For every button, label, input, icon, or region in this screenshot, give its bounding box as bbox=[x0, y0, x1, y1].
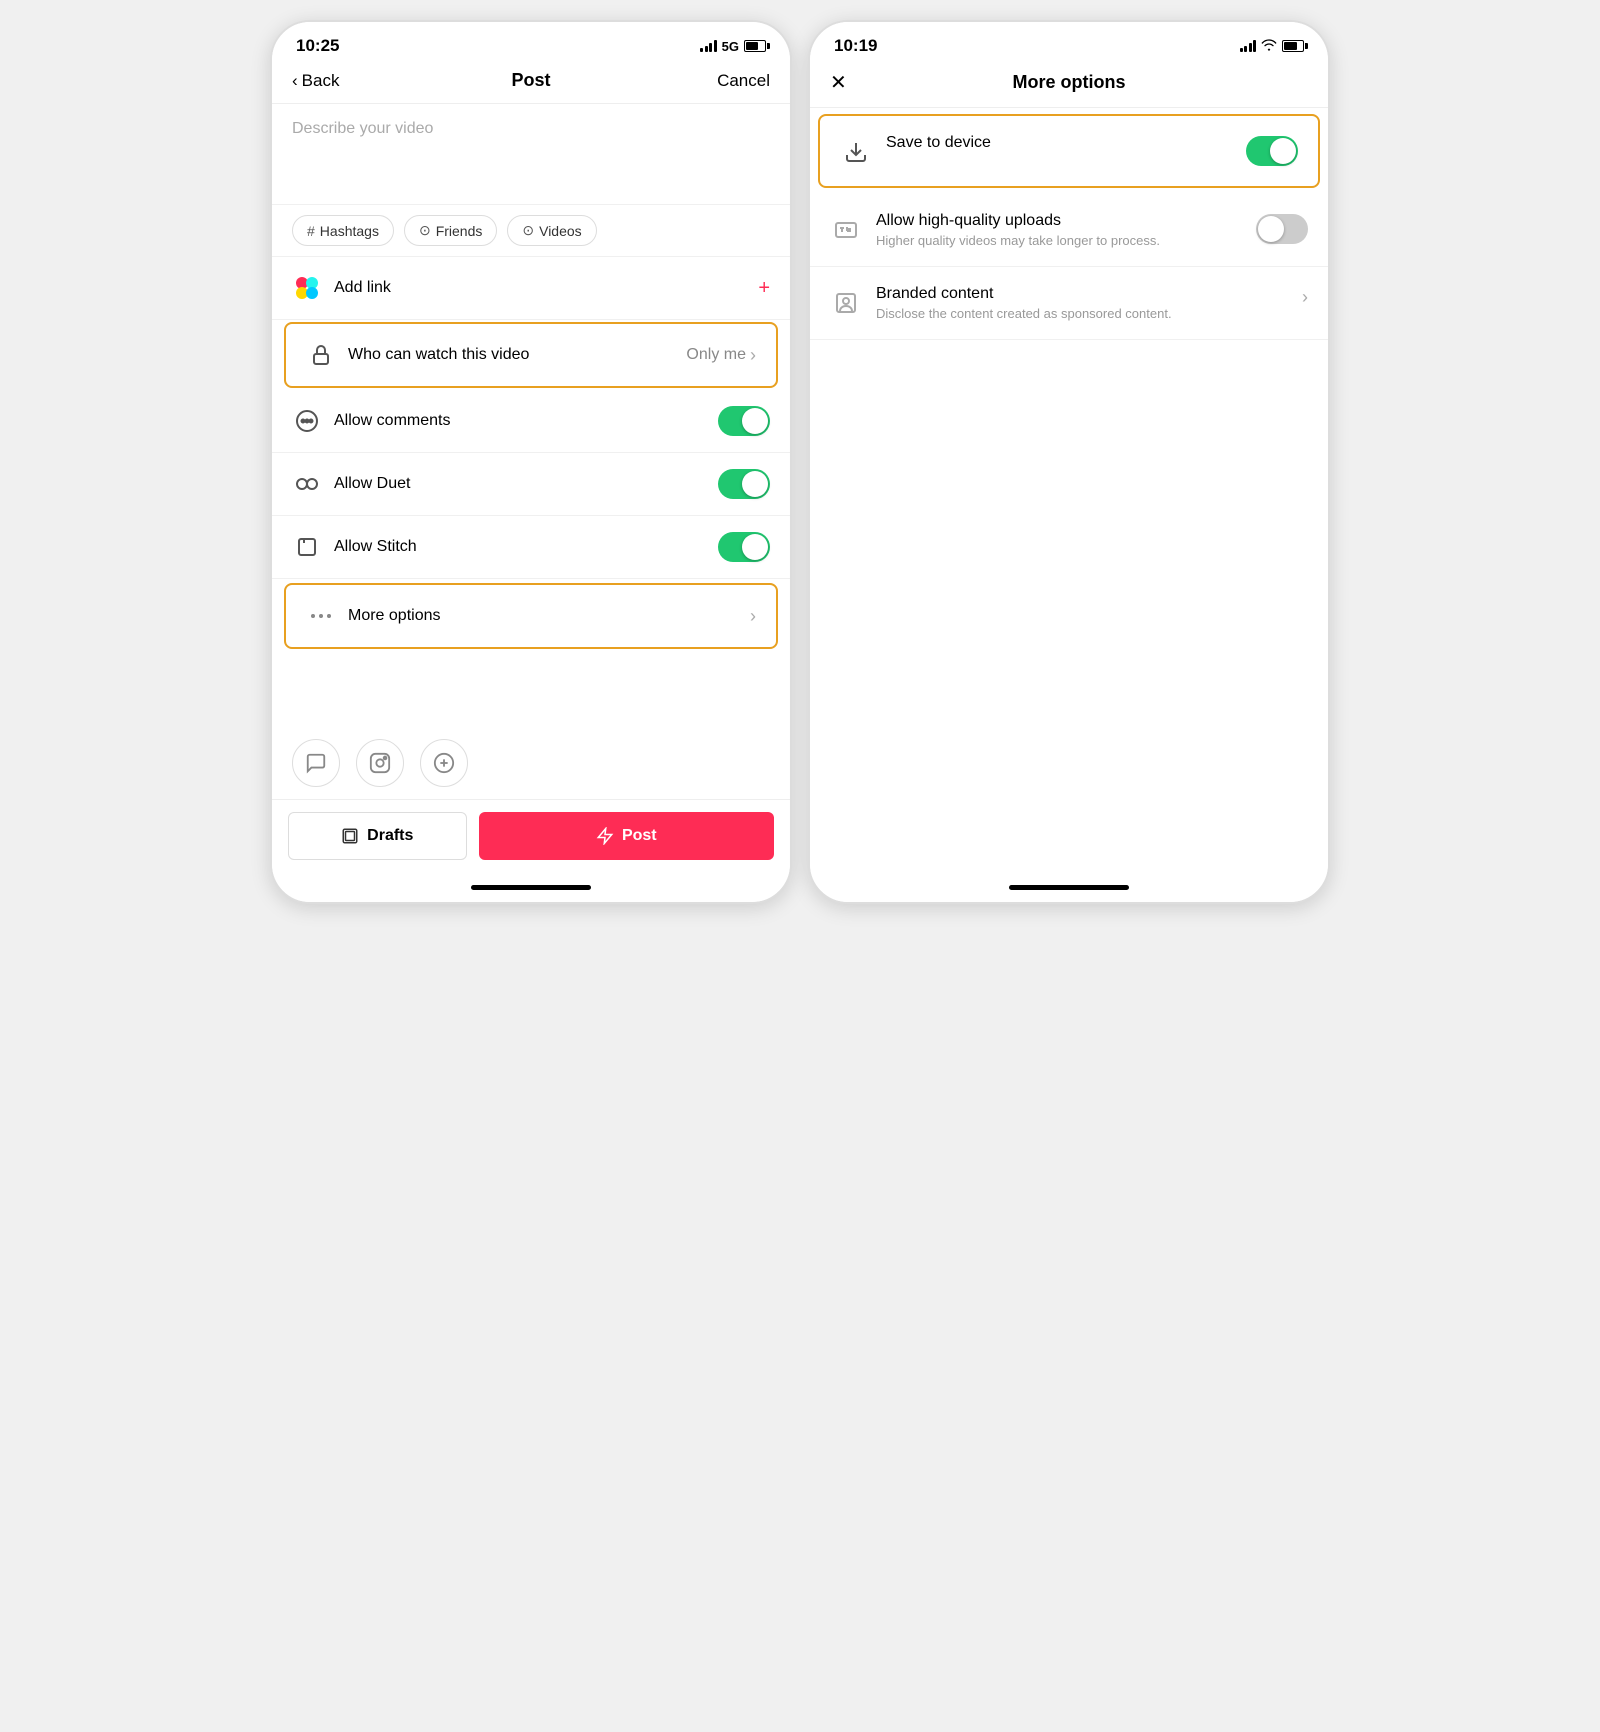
lock-icon bbox=[306, 340, 336, 370]
left-home-indicator bbox=[272, 872, 790, 902]
right-status-right bbox=[1240, 39, 1305, 54]
back-label: Back bbox=[302, 71, 340, 91]
high-quality-item[interactable]: Allow high-quality uploads Higher qualit… bbox=[810, 194, 1328, 267]
more-options-highlight: More options › bbox=[284, 583, 778, 649]
hashtags-label: Hashtags bbox=[320, 223, 379, 239]
who-can-watch-value: Only me bbox=[686, 346, 746, 364]
left-time: 10:25 bbox=[296, 36, 339, 56]
hashtag-symbol: # bbox=[307, 223, 315, 239]
high-quality-content: Allow high-quality uploads Higher qualit… bbox=[876, 212, 1246, 248]
add-link-label: Add link bbox=[334, 279, 758, 297]
cancel-button[interactable]: Cancel bbox=[690, 71, 770, 91]
save-device-label: Save to device bbox=[886, 134, 1236, 152]
branded-content-label: Branded content bbox=[876, 285, 1292, 303]
left-phone: 10:25 5G ‹ Back Post Cancel bbox=[270, 20, 792, 904]
signal-bars-icon bbox=[700, 40, 717, 52]
drafts-label: Drafts bbox=[367, 827, 413, 845]
wifi-icon bbox=[1261, 39, 1277, 54]
hashtags-tag[interactable]: # Hashtags bbox=[292, 215, 394, 246]
who-can-watch-item[interactable]: Who can watch this video Only me › bbox=[286, 324, 776, 386]
allow-stitch-toggle[interactable] bbox=[718, 532, 770, 562]
back-button[interactable]: ‹ Back bbox=[292, 71, 372, 91]
branded-content-chevron-icon: › bbox=[1302, 287, 1308, 308]
save-to-device-item[interactable]: Save to device bbox=[820, 116, 1318, 186]
close-button[interactable]: ✕ bbox=[830, 70, 870, 95]
allow-stitch-item[interactable]: Allow Stitch bbox=[272, 516, 790, 579]
describe-input[interactable]: Describe your video bbox=[272, 104, 790, 204]
post-label: Post bbox=[622, 827, 657, 845]
back-chevron-icon: ‹ bbox=[292, 71, 298, 91]
allow-duet-item[interactable]: Allow Duet bbox=[272, 453, 790, 516]
right-signal-bars-icon bbox=[1240, 40, 1257, 52]
add-link-item[interactable]: Add link + bbox=[272, 257, 790, 320]
save-device-toggle-container bbox=[1246, 136, 1298, 166]
allow-comments-item[interactable]: Allow comments bbox=[272, 390, 790, 453]
videos-label: Videos bbox=[539, 223, 582, 239]
high-quality-icon bbox=[830, 214, 862, 246]
videos-tag[interactable]: ⊙ Videos bbox=[507, 215, 596, 246]
tags-row: # Hashtags ⊙ Friends ⊙ Videos bbox=[272, 204, 790, 257]
save-device-toggle[interactable] bbox=[1246, 136, 1298, 166]
network-label: 5G bbox=[722, 39, 739, 54]
branded-content-chevron-container: › bbox=[1302, 287, 1308, 308]
right-status-bar: 10:19 bbox=[810, 22, 1328, 62]
friends-label: Friends bbox=[436, 223, 483, 239]
battery-icon bbox=[744, 40, 766, 52]
allow-comments-toggle[interactable] bbox=[718, 406, 770, 436]
duet-icon bbox=[292, 469, 322, 499]
left-status-bar: 10:25 5G bbox=[272, 22, 790, 62]
left-content: Describe your video # Hashtags ⊙ Friends… bbox=[272, 104, 790, 731]
right-home-indicator bbox=[810, 872, 1328, 902]
post-title: Post bbox=[372, 70, 690, 91]
save-device-content: Save to device bbox=[886, 134, 1236, 155]
more-options-dots-icon bbox=[306, 601, 336, 631]
branded-content-item[interactable]: Branded content Disclose the content cre… bbox=[810, 267, 1328, 340]
stitch-icon bbox=[292, 532, 322, 562]
right-time: 10:19 bbox=[834, 36, 877, 56]
action-icons-row bbox=[272, 731, 790, 799]
message-circle-button[interactable] bbox=[292, 739, 340, 787]
save-to-device-highlight: Save to device bbox=[818, 114, 1320, 188]
drafts-button[interactable]: Drafts bbox=[288, 812, 467, 860]
high-quality-label: Allow high-quality uploads bbox=[876, 212, 1246, 230]
friends-symbol: ⊙ bbox=[419, 222, 431, 239]
branded-content-content: Branded content Disclose the content cre… bbox=[876, 285, 1292, 321]
branded-content-subtitle: Disclose the content created as sponsore… bbox=[876, 306, 1292, 321]
high-quality-subtitle: Higher quality videos may take longer to… bbox=[876, 233, 1246, 248]
instagram-circle-button[interactable] bbox=[356, 739, 404, 787]
bottom-bar: Drafts Post bbox=[272, 799, 790, 872]
branded-content-icon bbox=[830, 287, 862, 319]
right-content: Save to device bbox=[810, 108, 1328, 490]
right-nav-bar: ✕ More options bbox=[810, 62, 1328, 108]
more-options-chevron-icon: › bbox=[750, 606, 756, 627]
right-home-bar bbox=[1009, 885, 1129, 890]
add-link-plus-icon: + bbox=[758, 277, 770, 300]
high-quality-toggle[interactable] bbox=[1256, 214, 1308, 244]
home-bar bbox=[471, 885, 591, 890]
more-options-title: More options bbox=[870, 72, 1268, 93]
who-can-watch-label: Who can watch this video bbox=[348, 346, 686, 364]
right-phone: 10:19 bbox=[808, 20, 1330, 904]
allow-duet-label: Allow Duet bbox=[334, 475, 718, 493]
more-options-label: More options bbox=[348, 607, 750, 625]
post-button[interactable]: Post bbox=[479, 812, 774, 860]
who-can-watch-highlight: Who can watch this video Only me › bbox=[284, 322, 778, 388]
who-can-watch-chevron-icon: › bbox=[750, 345, 756, 366]
allow-duet-toggle[interactable] bbox=[718, 469, 770, 499]
friends-tag[interactable]: ⊙ Friends bbox=[404, 215, 497, 246]
left-status-right: 5G bbox=[700, 39, 766, 54]
high-quality-toggle-container bbox=[1256, 214, 1308, 244]
comments-icon bbox=[292, 406, 322, 436]
more-options-item[interactable]: More options › bbox=[286, 585, 776, 647]
videos-symbol: ⊙ bbox=[522, 222, 534, 239]
left-nav-bar: ‹ Back Post Cancel bbox=[272, 62, 790, 104]
allow-stitch-label: Allow Stitch bbox=[334, 538, 718, 556]
right-battery-icon bbox=[1282, 40, 1304, 52]
allow-comments-label: Allow comments bbox=[334, 412, 718, 430]
bottom-buttons: Drafts Post bbox=[288, 812, 774, 860]
color-dots-icon bbox=[292, 273, 322, 303]
save-device-icon bbox=[840, 136, 872, 168]
add-circle-button[interactable] bbox=[420, 739, 468, 787]
